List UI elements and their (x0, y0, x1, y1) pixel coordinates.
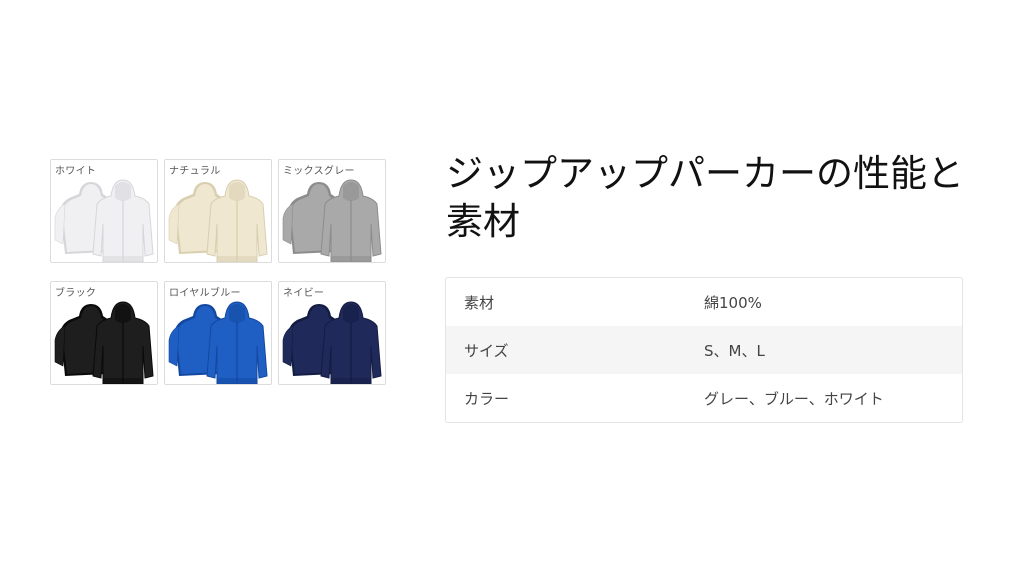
spec-row-size: サイズ S、M、L (446, 326, 962, 374)
spec-table: 素材 綿100% サイズ S、M、L カラー グレー、ブルー、ホワイト (445, 277, 963, 423)
color-swatch-royal-blue[interactable]: ロイヤルブルー (164, 281, 272, 385)
hoodie-image (282, 179, 382, 262)
color-swatch-white[interactable]: ホワイト (50, 159, 158, 263)
page-title: ジップアップパーカーの性能と素材 (446, 152, 964, 243)
spec-row-material: 素材 綿100% (446, 278, 962, 326)
hoodie-image (54, 179, 154, 262)
color-swatch-mix-gray[interactable]: ミックスグレー (278, 159, 386, 263)
color-swatch-navy[interactable]: ネイビー (278, 281, 386, 385)
spec-value: 綿100% (704, 293, 762, 312)
spec-row-color: カラー グレー、ブルー、ホワイト (446, 374, 962, 422)
color-swatch-natural[interactable]: ナチュラル (164, 159, 272, 263)
hoodie-image (282, 301, 382, 384)
hoodie-image (54, 301, 154, 384)
color-swatch-black[interactable]: ブラック (50, 281, 158, 385)
spec-key: サイズ (464, 341, 509, 360)
hoodie-image (168, 179, 268, 262)
spec-key: カラー (464, 389, 510, 408)
color-swatch-grid: ホワイト ナチュラル ミックスグレー ブラック ロイヤルブルー ネイビー (50, 159, 390, 387)
hoodie-image (168, 301, 268, 384)
spec-key: 素材 (464, 293, 495, 312)
spec-value: グレー、ブルー、ホワイト (704, 389, 884, 408)
spec-value: S、M、L (704, 341, 765, 360)
